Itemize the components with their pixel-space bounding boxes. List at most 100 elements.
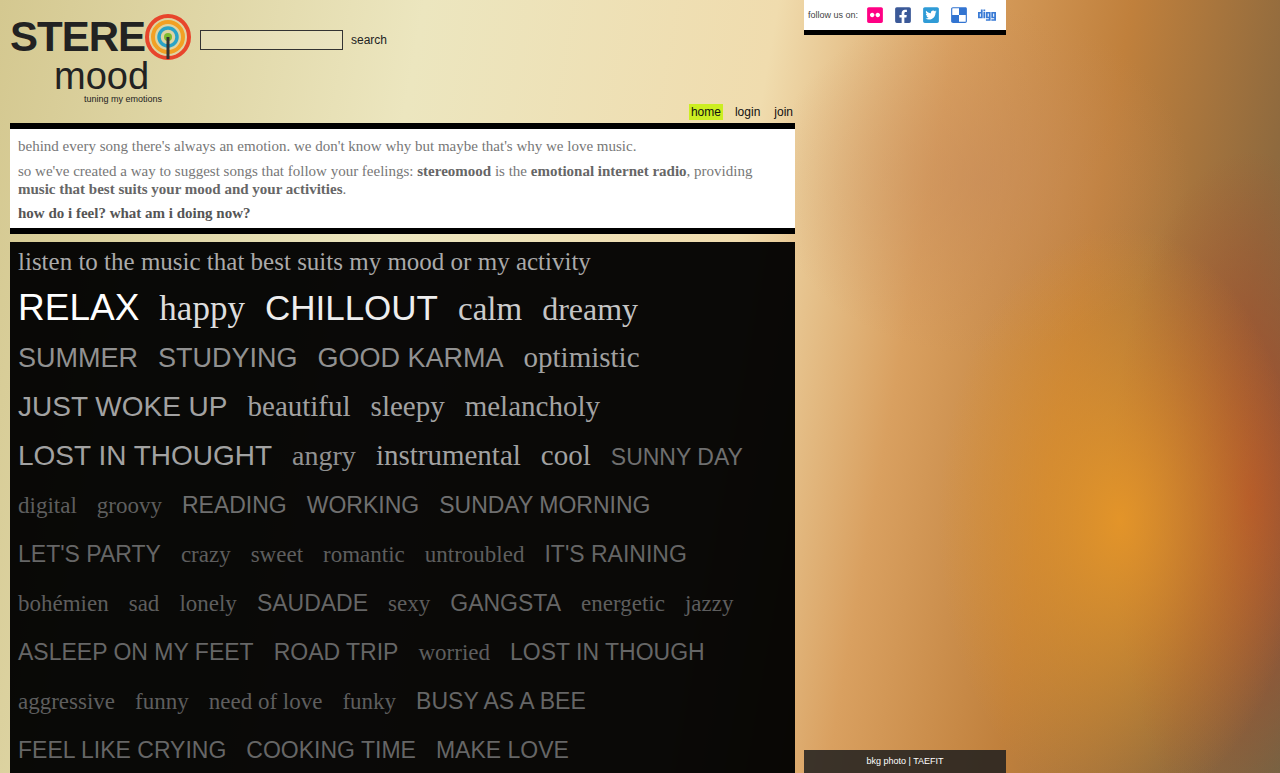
mood-tag[interactable]: lonely (179, 580, 237, 628)
mood-tag[interactable]: need of love (209, 678, 323, 726)
logo-top-row: STERE (10, 14, 194, 60)
mood-tag[interactable]: bohémien (18, 580, 109, 628)
mood-tag[interactable]: happy (159, 285, 245, 333)
mood-tag[interactable]: ASLEEP ON MY FEET (18, 628, 254, 676)
mood-tag[interactable]: aggressive (18, 678, 115, 726)
intro-segment: , providing (687, 163, 753, 179)
mood-tag[interactable]: CHILLOUT (265, 284, 438, 332)
intro-segment: music that best suits your mood and your… (18, 181, 342, 197)
mood-tag[interactable]: LOST IN THOUGH (510, 628, 705, 676)
mood-tag[interactable]: SUNDAY MORNING (439, 481, 650, 529)
tag-row: JUST WOKE UP beautiful sleepy melancholy (18, 382, 787, 431)
social-link[interactable] (948, 4, 970, 26)
side-column: follow us on: bkg photo | TAEFIT (804, 0, 1006, 773)
nav-item[interactable]: home (689, 104, 723, 120)
mood-tag[interactable]: COOKING TIME (246, 726, 416, 773)
tag-row: SUMMER STUDYING GOOD KARMA optimistic (18, 333, 787, 382)
mood-tag[interactable]: JUST WOKE UP (18, 383, 228, 431)
mood-tag[interactable]: instrumental (376, 431, 521, 479)
facebook-icon[interactable] (894, 6, 912, 24)
mood-tag[interactable]: funky (342, 678, 396, 726)
mood-tag[interactable]: LET'S PARTY (18, 530, 161, 578)
intro-line: behind every song there's always an emot… (18, 137, 787, 155)
twitter-icon[interactable] (922, 6, 940, 24)
mood-tag[interactable]: FEEL LIKE CRYING (18, 726, 226, 773)
page: STEREmoodtuning my emotions search homelog… (0, 0, 1280, 773)
intro-segment: . (342, 181, 346, 197)
mood-tag[interactable]: sleepy (371, 382, 445, 430)
logo-top-text: STERE (10, 17, 145, 57)
main-column: STEREmoodtuning my emotions search homelog… (10, 0, 795, 773)
intro-segment: emotional internet radio (531, 163, 687, 179)
mood-tag[interactable]: GANGSTA (450, 579, 561, 627)
header: STEREmoodtuning my emotions search homelog… (10, 0, 795, 123)
follow-label: follow us on: (808, 10, 858, 20)
mood-tag[interactable]: IT'S RAINING (544, 530, 686, 578)
intro-segment: is the (491, 163, 531, 179)
intro-segment: so we've created a way to suggest songs … (18, 163, 417, 179)
mood-tag[interactable]: STUDYING (158, 334, 298, 382)
intro-line: so we've created a way to suggest songs … (18, 162, 787, 198)
logo-bottom-text: mood (10, 60, 194, 92)
tag-row: digital groovy READING WORKING SUNDAY MORNIN… (18, 481, 787, 530)
photo-credit[interactable]: bkg photo | TAEFIT (804, 750, 1006, 773)
logo[interactable]: STEREmoodtuning my emotions (10, 14, 194, 104)
mood-tag[interactable]: SUNNY DAY (611, 433, 743, 481)
tagline: tuning my emotions (10, 92, 194, 104)
mood-tag[interactable]: calm (458, 285, 522, 333)
mood-tag[interactable]: READING (182, 481, 287, 529)
delicious-icon[interactable] (950, 6, 968, 24)
mood-tag[interactable]: beautiful (248, 382, 351, 430)
mood-tag[interactable]: MAKE LOVE (436, 726, 569, 773)
mood-tag[interactable]: crazy (181, 531, 231, 579)
mood-tag[interactable]: cool (541, 431, 591, 479)
mood-tag[interactable]: digital (18, 482, 77, 530)
tag-row: RELAX happy CHILLOUT calm dreamy (18, 284, 787, 333)
intro-segment: stereomood (417, 163, 491, 179)
mood-tag[interactable]: angry (292, 432, 356, 480)
header-top: STEREmoodtuning my emotions search (10, 0, 795, 104)
tag-row: LOST IN THOUGHT angry instrumental cool SUNN… (18, 431, 787, 481)
mood-tag[interactable]: untroubled (425, 531, 525, 579)
mood-tag[interactable]: groovy (97, 482, 162, 530)
mood-tag[interactable]: sad (129, 580, 160, 628)
nav-item[interactable]: login (733, 104, 762, 120)
mood-tag[interactable]: GOOD KARMA (318, 334, 504, 382)
mood-tag[interactable]: SUMMER (18, 334, 138, 382)
mood-tag[interactable]: melancholy (465, 382, 600, 430)
social-link[interactable] (864, 4, 886, 26)
mood-tag[interactable]: optimistic (524, 333, 640, 381)
mood-tag[interactable]: sexy (388, 580, 430, 628)
social-link[interactable] (976, 4, 998, 26)
tag-row: aggressive funny need of love funky BUSY AS … (18, 677, 787, 726)
tag-heading: listen to the music that best suits my m… (18, 248, 787, 276)
search-input[interactable] (200, 30, 343, 50)
mood-tag[interactable]: RELAX (18, 284, 139, 332)
social-link[interactable] (892, 4, 914, 26)
mood-tag[interactable]: sweet (251, 531, 303, 579)
mood-tag[interactable]: energetic (581, 580, 665, 628)
mood-tag[interactable]: dreamy (542, 285, 638, 333)
mood-tag[interactable]: worried (418, 629, 490, 677)
logo-rings-icon (145, 14, 191, 60)
tag-panel: listen to the music that best suits my m… (10, 242, 795, 773)
mood-tag[interactable]: WORKING (307, 481, 419, 529)
mood-tag[interactable]: LOST IN THOUGHT (18, 432, 272, 480)
mood-tag[interactable]: SAUDADE (257, 579, 368, 627)
mood-tag[interactable]: ROAD TRIP (274, 628, 399, 676)
search-button[interactable]: search (351, 33, 387, 47)
mood-tag[interactable]: BUSY AS A BEE (416, 677, 586, 725)
mood-tag[interactable]: funny (135, 678, 189, 726)
mood-tag[interactable]: jazzy (685, 580, 734, 628)
mood-tag[interactable]: romantic (323, 531, 405, 579)
nav-item[interactable]: join (772, 104, 795, 120)
tag-row: bohémien sad lonely SAUDADE sexy GANGSTA energ… (18, 579, 787, 628)
social-link[interactable] (920, 4, 942, 26)
intro-question: how do i feel? what am i doing now? (18, 205, 787, 222)
tag-row: ASLEEP ON MY FEET ROAD TRIP worried LOST IN… (18, 628, 787, 677)
search-box: search (200, 14, 387, 50)
digg-icon[interactable] (978, 6, 996, 24)
nav: home login join (10, 104, 795, 123)
tag-row: FEEL LIKE CRYING COOKING TIME MAKE LOVE (18, 726, 787, 773)
flickr-icon[interactable] (866, 6, 884, 24)
